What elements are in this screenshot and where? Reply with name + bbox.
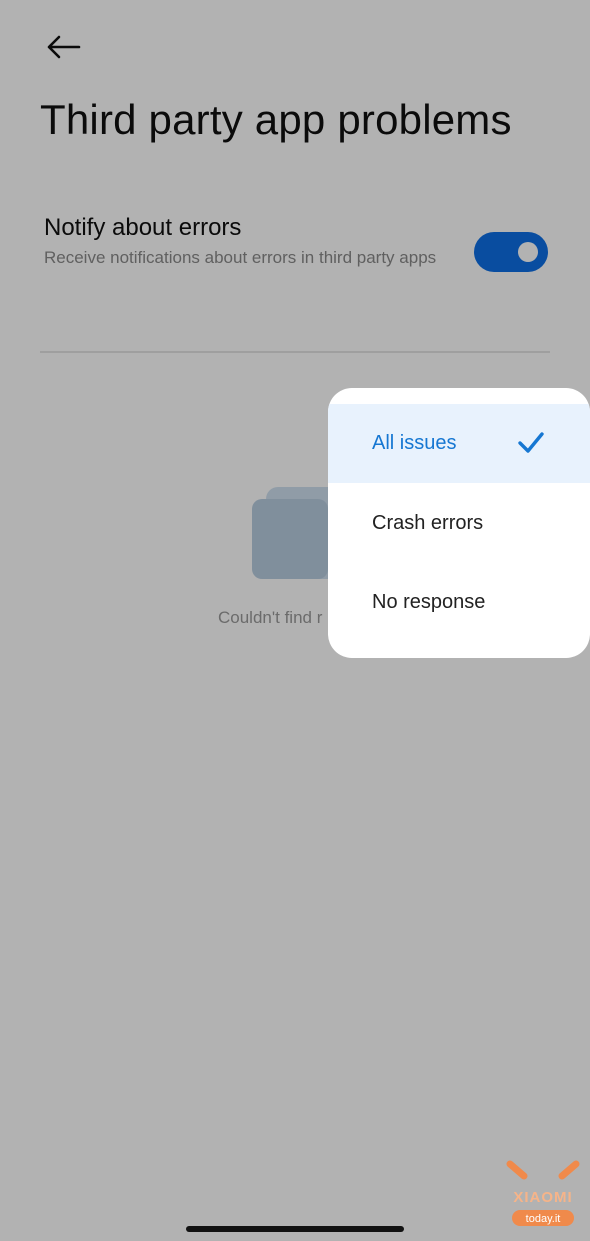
xiaomitoday-watermark: XIAOMI today.it: [506, 1160, 580, 1226]
dropdown-item-all-issues[interactable]: All issues: [328, 404, 590, 483]
dropdown-item-label: All issues: [372, 432, 457, 454]
watermark-site: today.it: [526, 1213, 561, 1225]
filter-dropdown: All issues Crash errors No response: [328, 388, 590, 658]
dropdown-item-no-response[interactable]: No response: [328, 563, 590, 642]
dropdown-item-label: Crash errors: [372, 512, 484, 534]
home-indicator[interactable]: [186, 1226, 404, 1232]
settings-screen: Third party app problems Notify about er…: [0, 0, 590, 1241]
checkmark-icon: [518, 432, 544, 453]
dropdown-item-crash-errors[interactable]: Crash errors: [328, 484, 590, 563]
watermark-brand: XIAOMI: [513, 1189, 572, 1206]
dropdown-item-label: No response: [372, 591, 486, 613]
